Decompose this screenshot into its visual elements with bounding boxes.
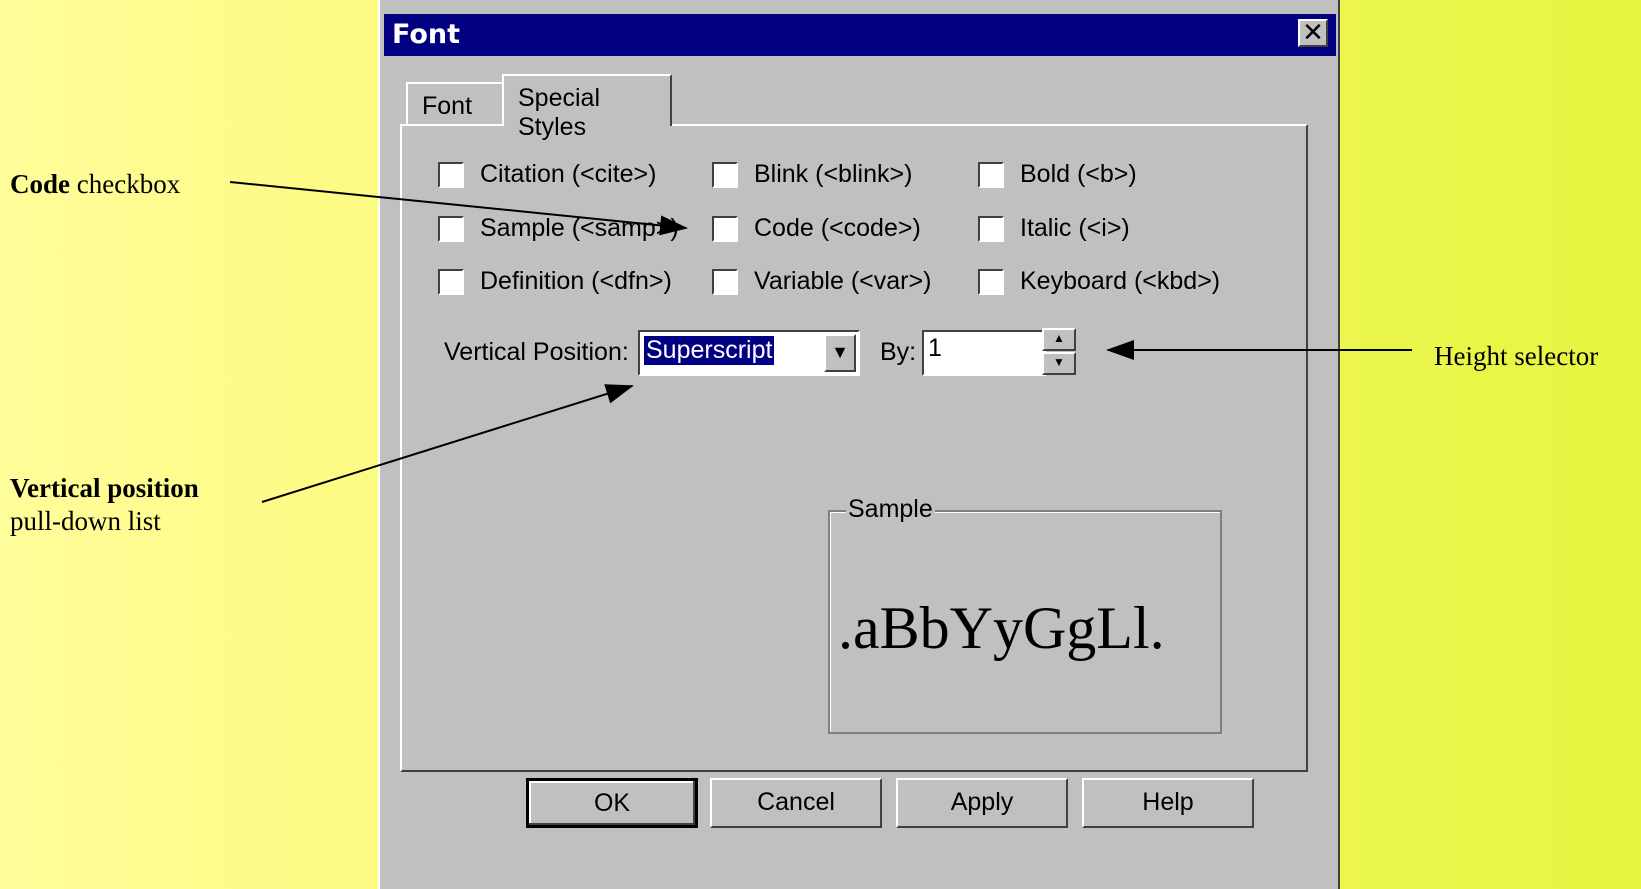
checkbox-label: Sample (<samp>) bbox=[480, 214, 679, 242]
ok-button[interactable]: OK bbox=[526, 778, 698, 828]
checkbox-label: Definition (<dfn>) bbox=[480, 267, 672, 295]
dropdown-button[interactable]: ▼ bbox=[824, 334, 856, 372]
checkbox-label: Variable (<var>) bbox=[754, 267, 932, 295]
checkbox-box[interactable] bbox=[712, 215, 738, 242]
spin-down-button[interactable]: ▼ bbox=[1042, 352, 1076, 375]
checkbox-box[interactable] bbox=[978, 161, 1004, 188]
annotation-vpos-rest: pull-down list bbox=[10, 506, 161, 536]
sample-group: Sample .aBbYyGgLl. bbox=[828, 495, 1222, 734]
checkbox-box[interactable] bbox=[712, 268, 738, 295]
checkbox-label: Bold (<b>) bbox=[1020, 160, 1137, 188]
sample-checkbox[interactable]: Sample (<samp>) bbox=[438, 214, 679, 243]
checkbox-box[interactable] bbox=[978, 268, 1004, 295]
annotation-vpos-bold: Vertical position bbox=[10, 473, 199, 503]
checkbox-label: Keyboard (<kbd>) bbox=[1020, 267, 1221, 295]
chevron-down-icon: ▼ bbox=[831, 342, 849, 362]
annotation-code-bold: Code bbox=[10, 169, 70, 199]
checkbox-label: Blink (<blink>) bbox=[754, 160, 913, 188]
arrow-up-icon: ▲ bbox=[1053, 331, 1065, 345]
font-dialog: Font ✕ Font Special Styles Citation (<ci… bbox=[378, 0, 1340, 889]
blink-checkbox[interactable]: Blink (<blink>) bbox=[712, 160, 912, 189]
variable-checkbox[interactable]: Variable (<var>) bbox=[712, 267, 931, 296]
tab-special-styles[interactable]: Special Styles bbox=[502, 74, 672, 141]
annotation-height-selector: Height selector bbox=[1434, 341, 1599, 371]
sample-preview: .aBbYyGgLl. bbox=[838, 595, 1165, 661]
cancel-button[interactable]: Cancel bbox=[710, 778, 882, 828]
close-button[interactable]: ✕ bbox=[1298, 19, 1328, 47]
checkbox-box[interactable] bbox=[712, 161, 738, 188]
annotation-vertical-position: Vertical position pull-down list bbox=[10, 472, 199, 538]
title-bar: Font ✕ bbox=[384, 14, 1336, 56]
vertical-position-value: Superscript bbox=[644, 336, 775, 365]
vertical-position-select[interactable]: Superscript ▼ bbox=[638, 330, 860, 376]
checkbox-box[interactable] bbox=[438, 268, 464, 295]
checkbox-box[interactable] bbox=[438, 161, 464, 188]
spin-up-button[interactable]: ▲ bbox=[1042, 328, 1076, 351]
vertical-position-label: Vertical Position: bbox=[444, 338, 629, 366]
citation-checkbox[interactable]: Citation (<cite>) bbox=[438, 160, 656, 189]
definition-checkbox[interactable]: Definition (<dfn>) bbox=[438, 267, 672, 296]
keyboard-checkbox[interactable]: Keyboard (<kbd>) bbox=[978, 267, 1220, 296]
arrow-down-icon: ▼ bbox=[1053, 355, 1065, 369]
tab-font[interactable]: Font bbox=[406, 82, 504, 126]
annotation-code-rest: checkbox bbox=[70, 169, 181, 199]
italic-checkbox[interactable]: Italic (<i>) bbox=[978, 214, 1130, 243]
checkbox-box[interactable] bbox=[978, 215, 1004, 242]
dialog-title: Font bbox=[392, 19, 461, 50]
close-icon: ✕ bbox=[1302, 17, 1324, 47]
help-button[interactable]: Help bbox=[1082, 778, 1254, 828]
annotation-code-checkbox: Code checkbox bbox=[10, 168, 180, 201]
bold-checkbox[interactable]: Bold (<b>) bbox=[978, 160, 1137, 189]
by-label: By: bbox=[880, 338, 917, 366]
height-input[interactable]: 1 bbox=[922, 330, 1046, 376]
checkbox-label: Code (<code>) bbox=[754, 214, 921, 242]
apply-button[interactable]: Apply bbox=[896, 778, 1068, 828]
sample-label: Sample bbox=[846, 495, 935, 524]
special-styles-panel: Citation (<cite>) Blink (<blink>) Bold (… bbox=[400, 124, 1308, 772]
checkbox-box[interactable] bbox=[438, 215, 464, 242]
checkbox-label: Citation (<cite>) bbox=[480, 160, 657, 188]
code-checkbox[interactable]: Code (<code>) bbox=[712, 214, 921, 243]
checkbox-label: Italic (<i>) bbox=[1020, 214, 1130, 242]
